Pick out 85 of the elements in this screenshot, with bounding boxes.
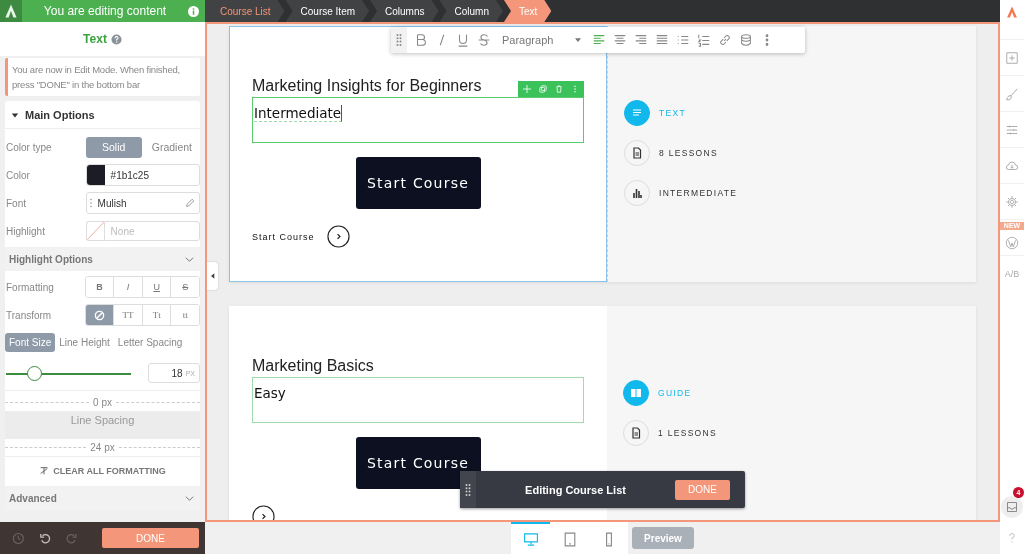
more-icon[interactable] xyxy=(571,85,579,93)
pencil-icon[interactable] xyxy=(185,198,195,208)
editing-bar-title: Editing Course List xyxy=(524,483,627,496)
wordpress-icon[interactable] xyxy=(1005,235,1019,250)
breadcrumb-item[interactable]: Course Item xyxy=(285,0,370,22)
data-icon[interactable] xyxy=(739,33,754,47)
strike-icon[interactable] xyxy=(477,33,491,47)
section-header[interactable]: Main Options xyxy=(5,101,200,129)
size-tab[interactable]: Font Size xyxy=(5,333,56,352)
color-type-option[interactable]: Solid xyxy=(85,136,142,158)
help-icon[interactable] xyxy=(1006,532,1018,544)
size-tab[interactable]: Line Height xyxy=(55,333,114,352)
feature-label: 1 LESSONS xyxy=(658,428,717,438)
breadcrumb-item[interactable]: Column xyxy=(439,0,503,22)
field-label: Highlight xyxy=(6,225,46,237)
highlight-options-header[interactable]: Highlight Options xyxy=(5,247,200,271)
align-center-icon[interactable] xyxy=(613,33,628,47)
move-icon[interactable] xyxy=(523,85,531,93)
numbers-icon[interactable] xyxy=(697,33,712,47)
inbox-icon[interactable] xyxy=(1006,501,1018,513)
format-button[interactable]: S xyxy=(170,277,199,297)
feature-label: TEXT xyxy=(659,108,686,118)
monitor-icon xyxy=(522,531,539,547)
breadcrumb-item[interactable]: Columns xyxy=(370,0,439,22)
drag-handle-icon[interactable] xyxy=(465,482,471,497)
brush-icon[interactable] xyxy=(1005,86,1019,101)
link-icon[interactable] xyxy=(718,33,733,47)
start-course-link[interactable]: Start Course xyxy=(252,231,315,242)
cloud-icon[interactable] xyxy=(1005,158,1019,173)
drag-handle-icon[interactable] xyxy=(391,27,407,53)
banner-title: You are editing content xyxy=(42,4,168,18)
feature-label: GUIDE xyxy=(658,388,692,398)
settings-icon[interactable] xyxy=(1005,194,1019,209)
underline-icon[interactable] xyxy=(456,33,470,47)
font-field[interactable]: Mulish xyxy=(85,192,200,214)
transform-button[interactable]: tt xyxy=(170,305,199,325)
highlight-field[interactable]: None xyxy=(103,221,200,241)
spacing-value: 0 px xyxy=(93,397,112,408)
level-text-box[interactable]: Intermediate xyxy=(252,97,584,143)
breadcrumb-item[interactable]: Course List xyxy=(205,0,285,22)
advanced-header[interactable]: Advanced xyxy=(5,486,200,510)
field-label: Transform xyxy=(6,309,53,321)
no-color-swatch[interactable] xyxy=(85,221,104,241)
no-symbol-icon xyxy=(94,309,106,321)
start-course-button[interactable]: Start Course xyxy=(355,437,481,489)
logo-icon xyxy=(0,0,22,22)
no-transform-button[interactable] xyxy=(85,305,114,325)
field-label: Color xyxy=(6,169,31,181)
field-label: Formatting xyxy=(6,281,55,293)
clear-format-icon xyxy=(39,465,50,476)
plus-icon[interactable] xyxy=(1005,50,1019,65)
collapse-panel-handle[interactable] xyxy=(207,262,218,290)
level-text-box[interactable]: Easy xyxy=(252,377,584,423)
color-field[interactable]: #1b1c25 xyxy=(85,164,200,186)
spacing-value: 24 px xyxy=(90,442,115,453)
history-icon[interactable] xyxy=(12,531,25,545)
field-label: Color type xyxy=(6,141,53,153)
block-format-dropdown[interactable]: Paragraph xyxy=(498,34,586,46)
font-size-slider[interactable] xyxy=(6,365,131,381)
panel-title: Text xyxy=(83,32,107,46)
field-label: Font xyxy=(6,197,27,209)
redo-icon[interactable] xyxy=(65,531,79,545)
bullets-icon[interactable] xyxy=(676,33,691,47)
line-spacing-preview: Line Spacing xyxy=(5,411,200,439)
bold-icon[interactable] xyxy=(414,33,428,47)
align-right-icon[interactable] xyxy=(634,33,649,47)
copy-icon[interactable] xyxy=(539,85,547,93)
info-icon[interactable] xyxy=(188,5,199,17)
trash-icon[interactable] xyxy=(555,85,563,93)
caret-icon xyxy=(575,38,582,42)
edit-mode-notice: You are now in Edit Mode. When finished, press "DONE" in the bottom bar xyxy=(5,58,200,96)
course-title: Marketing Insights for Beginners xyxy=(252,77,482,94)
feature-label: INTERMEDIATE xyxy=(659,188,738,198)
align-left-icon[interactable] xyxy=(592,33,607,47)
caret-icon xyxy=(11,110,19,119)
help-icon[interactable] xyxy=(110,33,122,45)
justify-icon[interactable] xyxy=(655,33,670,47)
arrow-circle-icon[interactable] xyxy=(326,225,350,248)
size-tab[interactable]: Letter Spacing xyxy=(113,333,187,352)
section-title: Main Options xyxy=(25,108,95,121)
logo-icon xyxy=(1005,5,1019,19)
feature-label: 8 LESSONS xyxy=(659,148,718,158)
start-course-button[interactable]: Start Course xyxy=(355,157,481,209)
undo-icon[interactable] xyxy=(38,531,52,545)
course-title: Marketing Basics xyxy=(252,357,374,374)
